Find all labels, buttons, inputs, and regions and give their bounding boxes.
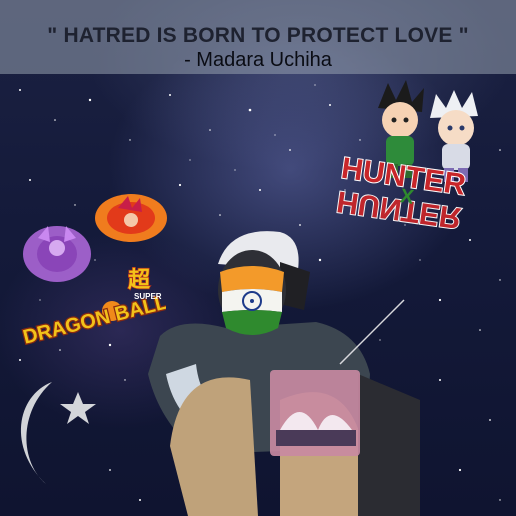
india-flag-icon [220,266,284,335]
quote-text: " HATRED IS BORN TO PROTECT LOVE " [47,24,469,47]
quote-author: - Madara Uchiha [184,49,332,71]
star-icon [60,392,96,424]
photo-canvas: " HATRED IS BORN TO PROTECT LOVE " - Mad… [0,0,516,516]
